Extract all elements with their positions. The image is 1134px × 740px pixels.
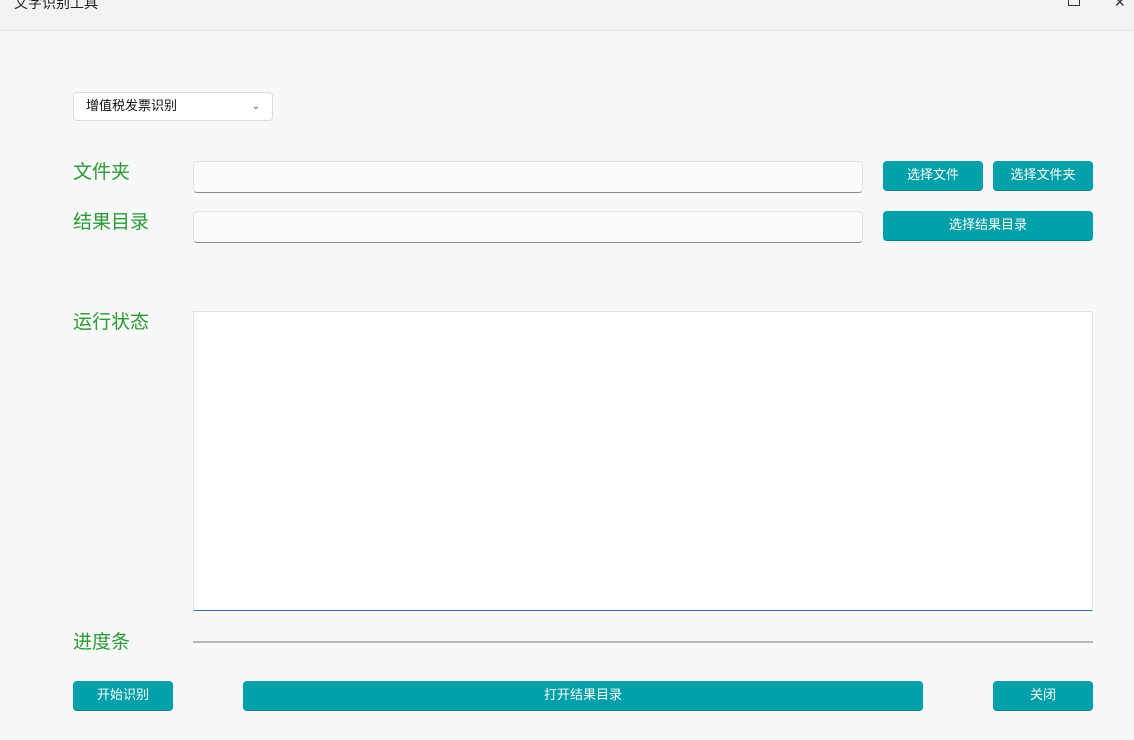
progress-bar (193, 641, 1093, 643)
title-bar: 文字识别工具 ✕ (0, 0, 1134, 31)
maximize-button[interactable] (1068, 0, 1080, 6)
close-window-button[interactable]: ✕ (1114, 0, 1126, 12)
folder-label: 文件夹 (73, 161, 131, 183)
window-title: 文字识别工具 (14, 0, 98, 12)
open-result-dir-button[interactable]: 打开结果目录 (243, 681, 923, 711)
select-result-dir-button[interactable]: 选择结果目录 (883, 211, 1093, 241)
run-status-label: 运行状态 (73, 311, 150, 333)
result-dir-label: 结果目录 (73, 211, 150, 233)
close-button[interactable]: 关闭 (993, 681, 1093, 711)
recognition-mode-value: 增值税发票识别 (86, 99, 178, 114)
folder-input[interactable] (193, 161, 863, 193)
start-recognition-button[interactable]: 开始识别 (73, 681, 173, 711)
chevron-down-icon: ⌄ (251, 101, 260, 112)
run-status-textarea[interactable] (193, 311, 1093, 611)
recognition-mode-select[interactable]: 增值税发票识别 ⌄ (73, 92, 273, 121)
select-file-button[interactable]: 选择文件 (883, 161, 983, 191)
select-folder-button[interactable]: 选择文件夹 (993, 161, 1093, 191)
result-dir-input[interactable] (193, 211, 863, 243)
progress-label: 进度条 (73, 631, 131, 653)
